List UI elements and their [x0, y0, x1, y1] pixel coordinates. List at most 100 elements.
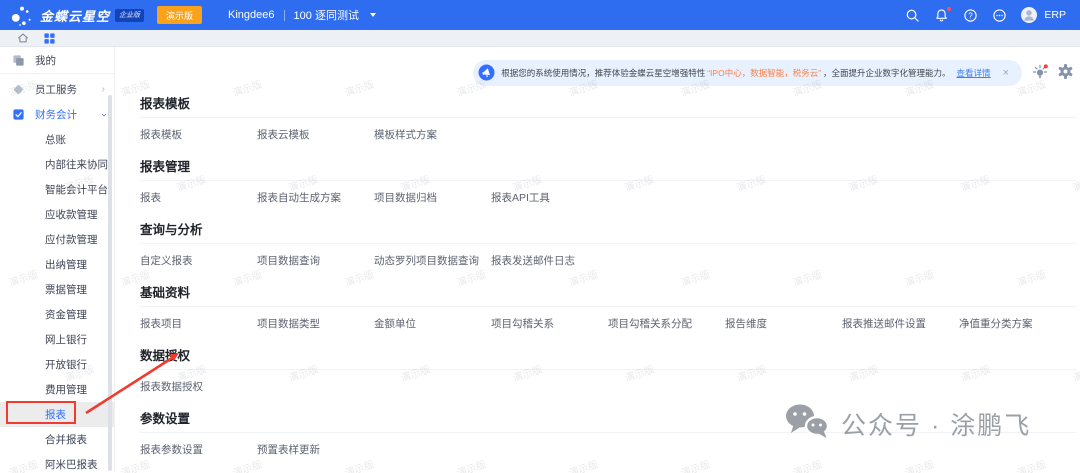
- menu-link-报表参数设置[interactable]: 报表参数设置: [140, 444, 257, 456]
- account-name: Kingdee6: [228, 9, 275, 21]
- sidebar-item-财务会计[interactable]: 财务会计 ›: [0, 102, 114, 127]
- sidebar-item-label: 开放银行: [45, 357, 87, 372]
- section-报表管理: 报表管理报表报表自动生成方案项目数据归档报表API工具: [140, 161, 1076, 224]
- assistant-bulb-icon[interactable]: [1031, 63, 1049, 86]
- menu-link-净值重分类方案[interactable]: 净值重分类方案: [959, 318, 1076, 330]
- megaphone-icon: [478, 64, 495, 83]
- topbar-actions: ? ERP: [905, 7, 1066, 23]
- section-title: 报表管理: [140, 161, 1076, 174]
- menu-link-报表模板[interactable]: 报表模板: [140, 129, 257, 141]
- app-title: 金蝶云星空: [40, 6, 110, 25]
- logo: 金蝶云星空 企业版 演示版: [10, 5, 202, 26]
- banner-text-after: ，全面提升企业数字化管理能力。: [823, 67, 951, 79]
- banner-close-icon[interactable]: ×: [1003, 67, 1009, 79]
- sidebar-item-费用管理[interactable]: 费用管理: [0, 377, 114, 402]
- edition-badge: 企业版: [115, 9, 144, 22]
- sidebar-item-智能会计平台[interactable]: 智能会计平台: [0, 177, 114, 202]
- menu-link-报表数据授权[interactable]: 报表数据授权: [140, 381, 257, 393]
- svg-text:?: ?: [969, 11, 974, 20]
- search-icon[interactable]: [905, 8, 920, 23]
- section-基础资料: 基础资料报表项目项目数据类型金额单位项目勾稽关系项目勾稽关系分配报告维度报表推送…: [140, 287, 1076, 350]
- sidebar-item-票据管理[interactable]: 票据管理: [0, 277, 114, 302]
- app-grid-icon[interactable]: [44, 32, 55, 44]
- sidebar-item-label: 应收款管理: [45, 207, 98, 222]
- user-avatar[interactable]: [1021, 7, 1037, 23]
- banner-text: 根据您的系统使用情况，推荐体验金蝶云星空增强特性: [501, 67, 705, 79]
- sidebar: 我的员工服务› 财务会计 › 总账内部往来协同智能会计平台应收款管理应付款管理出纳管理…: [0, 47, 115, 472]
- menu-link-项目数据查询[interactable]: 项目数据查询: [257, 255, 374, 267]
- sidebar-item-资金管理[interactable]: 资金管理: [0, 302, 114, 327]
- sidebar-item-网上银行[interactable]: 网上银行: [0, 327, 114, 352]
- sidebar-item-内部往来协同[interactable]: 内部往来协同: [0, 152, 114, 177]
- chevron-down-icon[interactable]: [370, 13, 376, 17]
- more-icon[interactable]: [992, 8, 1007, 23]
- sidebar-item-label: 应付款管理: [45, 232, 98, 247]
- sidebar-item-应付款管理[interactable]: 应付款管理: [0, 227, 114, 252]
- demo-version-badge: 演示版: [157, 6, 202, 24]
- sidebar-item-label: 财务会计: [35, 107, 77, 122]
- sidebar-item-label: 网上银行: [45, 332, 87, 347]
- menu-link-自定义报表[interactable]: 自定义报表: [140, 255, 257, 267]
- menu-link-项目勾稽关系[interactable]: 项目勾稽关系: [491, 318, 608, 330]
- menu-link-报表项目[interactable]: 报表项目: [140, 318, 257, 330]
- notification-dot: [947, 7, 952, 12]
- view-details-link[interactable]: 查看详情: [957, 67, 991, 79]
- menu-link-报表发送邮件日志[interactable]: 报表发送邮件日志: [491, 255, 608, 267]
- kingdee-logo-dots-icon: [10, 5, 33, 26]
- menu-link-报表API工具[interactable]: 报表API工具: [491, 192, 608, 204]
- sidebar-scrollbar[interactable]: [108, 95, 112, 471]
- diamond-icon: [12, 83, 25, 96]
- sidebar-item-出纳管理[interactable]: 出纳管理: [0, 252, 114, 277]
- section-参数设置: 参数设置报表参数设置预置表样更新: [140, 413, 1076, 473]
- sidebar-item-label: 智能会计平台: [45, 182, 108, 197]
- sidebar-item-label: 合并报表: [45, 432, 87, 447]
- settings-gear-icon[interactable]: [1057, 63, 1074, 85]
- menu-link-报表云模板[interactable]: 报表云模板: [257, 129, 374, 141]
- banner-row: 根据您的系统使用情况，推荐体验金蝶云星空增强特性 “IPO中心，数据智能，税务云…: [140, 59, 1076, 87]
- sidebar-item-我的[interactable]: 我的: [0, 48, 114, 74]
- sidebar-item-阿米巴报表[interactable]: 阿米巴报表: [0, 452, 114, 473]
- menu-link-模板样式方案[interactable]: 模板样式方案: [374, 129, 491, 141]
- banner-highlight-text: “IPO中心，数据智能，税务云”: [707, 67, 821, 79]
- section-title: 参数设置: [140, 413, 1076, 426]
- chevron-down-icon: ›: [98, 113, 108, 116]
- sidebar-item-合并报表[interactable]: 合并报表: [0, 427, 114, 452]
- sidebar-item-开放银行[interactable]: 开放银行: [0, 352, 114, 377]
- finance-icon: [12, 108, 25, 121]
- user-name[interactable]: ERP: [1044, 9, 1066, 21]
- sidebar-item-总账[interactable]: 总账: [0, 127, 114, 152]
- sidebar-item-label: 内部往来协同: [45, 157, 108, 172]
- sidebar-item-label: 费用管理: [45, 382, 87, 397]
- sidebar-item-label: 报表: [45, 407, 66, 422]
- sidebar-item-label: 阿米巴报表: [45, 457, 98, 472]
- separator: [284, 10, 285, 21]
- menu-link-项目勾稽关系分配[interactable]: 项目勾稽关系分配: [608, 318, 725, 330]
- section-报表模板: 报表模板报表模板报表云模板模板样式方案: [140, 98, 1076, 161]
- menu-link-金额单位[interactable]: 金额单位: [374, 318, 491, 330]
- home-icon[interactable]: [17, 32, 29, 44]
- section-title: 报表模板: [140, 98, 1076, 111]
- menu-link-项目数据归档[interactable]: 项目数据归档: [374, 192, 491, 204]
- sidebar-item-应收款管理[interactable]: 应收款管理: [0, 202, 114, 227]
- menu-link-动态罗列项目数据查询[interactable]: 动态罗列项目数据查询: [374, 255, 491, 267]
- tabbar: [0, 30, 1080, 47]
- menu-link-预置表样更新[interactable]: 预置表样更新: [257, 444, 374, 456]
- menu-link-报表[interactable]: 报表: [140, 192, 257, 204]
- notifications-bell-icon[interactable]: [934, 8, 949, 23]
- menu-link-报表自动生成方案[interactable]: 报表自动生成方案: [257, 192, 374, 204]
- menu-link-报表推送邮件设置[interactable]: 报表推送邮件设置: [842, 318, 959, 330]
- sidebar-item-报表[interactable]: 报表: [0, 402, 114, 427]
- topbar: 金蝶云星空 企业版 演示版 Kingdee6 100 逐同测试 ?: [0, 0, 1080, 30]
- menu-link-项目数据类型[interactable]: 项目数据类型: [257, 318, 374, 330]
- help-icon[interactable]: ?: [963, 8, 978, 23]
- recommendation-banner: 根据您的系统使用情况，推荐体验金蝶云星空增强特性 “IPO中心，数据智能，税务云…: [473, 60, 1022, 86]
- datacenter-selector[interactable]: 100 逐同测试: [294, 7, 359, 23]
- section-数据授权: 数据授权报表数据授权: [140, 350, 1076, 413]
- main-content: 根据您的系统使用情况，推荐体验金蝶云星空增强特性 “IPO中心，数据智能，税务云…: [115, 47, 1080, 472]
- app-body: 我的员工服务› 财务会计 › 总账内部往来协同智能会计平台应收款管理应付款管理出纳管理…: [0, 47, 1080, 472]
- section-title: 数据授权: [140, 350, 1076, 363]
- menu-link-报告维度[interactable]: 报告维度: [725, 318, 842, 330]
- sidebar-item-员工服务[interactable]: 员工服务›: [0, 77, 114, 102]
- sidebar-item-label: 员工服务: [35, 82, 77, 97]
- layers-icon: [12, 54, 25, 67]
